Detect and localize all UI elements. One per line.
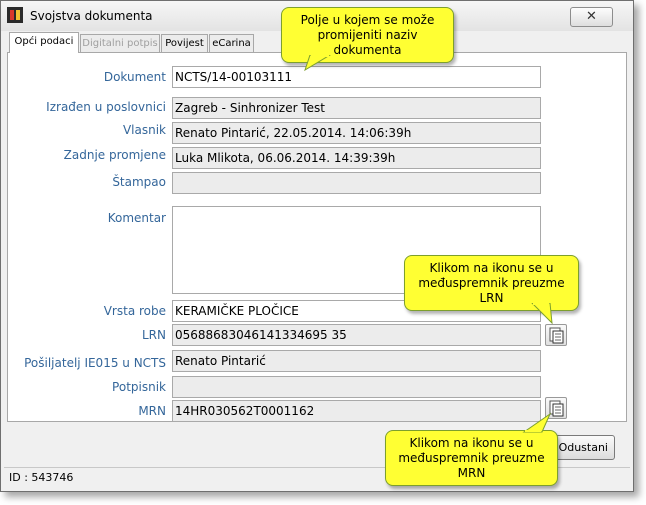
vlasnik-field: Renato Pintarić, 22.05.2014. 14:06:39h — [172, 122, 541, 144]
callout-mrn: Klikom na ikonu se u međuspremnik preuzm… — [385, 430, 558, 486]
tab-povijest[interactable]: Povijest — [161, 34, 208, 52]
copy-lrn-button[interactable] — [545, 324, 567, 346]
label-dokument: Dokument — [103, 70, 166, 84]
callout-naziv-pointer — [304, 55, 331, 72]
label-stampao: Štampao — [112, 175, 166, 189]
label-vlasnik: Vlasnik — [122, 123, 166, 137]
callout-mrn-pointer — [522, 412, 552, 433]
stampao-field — [172, 172, 541, 194]
app-logo-icon — [7, 7, 23, 23]
tab-opci-podaci[interactable]: Opći podaci — [9, 32, 79, 53]
window-title: Svojstva dokumenta — [30, 9, 153, 23]
dokument-name-input[interactable]: NCTS/14-00103111 — [172, 66, 541, 88]
label-izraden: Izrađen u poslovnici — [46, 100, 166, 114]
label-mrn: MRN — [138, 404, 166, 418]
close-button[interactable]: ✕ — [570, 7, 613, 27]
izraden-field: Zagreb - Sinhronizer Test — [172, 97, 541, 119]
lrn-field: 05688683046141334695 35 — [172, 324, 541, 346]
posiljatelj-field: Renato Pintarić — [172, 350, 541, 372]
tab-digitalni-potpis[interactable]: Digitalni potpis — [80, 34, 160, 52]
copy-to-clipboard-icon — [546, 327, 566, 349]
tab-ecarina[interactable]: eCarina — [209, 34, 254, 52]
label-lrn: LRN — [142, 328, 166, 342]
callout-lrn-pointer — [531, 303, 553, 325]
potpisnik-field — [172, 376, 541, 398]
label-vrsta-robe: Vrsta robe — [103, 304, 166, 318]
label-potpisnik: Potpisnik — [112, 380, 166, 394]
label-komentar: Komentar — [107, 211, 166, 225]
label-zadnje-promjene: Zadnje promjene — [63, 148, 166, 162]
close-icon: ✕ — [586, 9, 597, 24]
zadnje-promjene-field: Luka Mlikota, 06.06.2014. 14:39:39h — [172, 147, 541, 169]
label-posiljatelj: Pošiljatelj IE015 u NCTS — [24, 356, 166, 370]
mrn-field: 14HR030562T0001162 — [172, 400, 541, 422]
document-id: ID : 543746 — [9, 471, 74, 484]
